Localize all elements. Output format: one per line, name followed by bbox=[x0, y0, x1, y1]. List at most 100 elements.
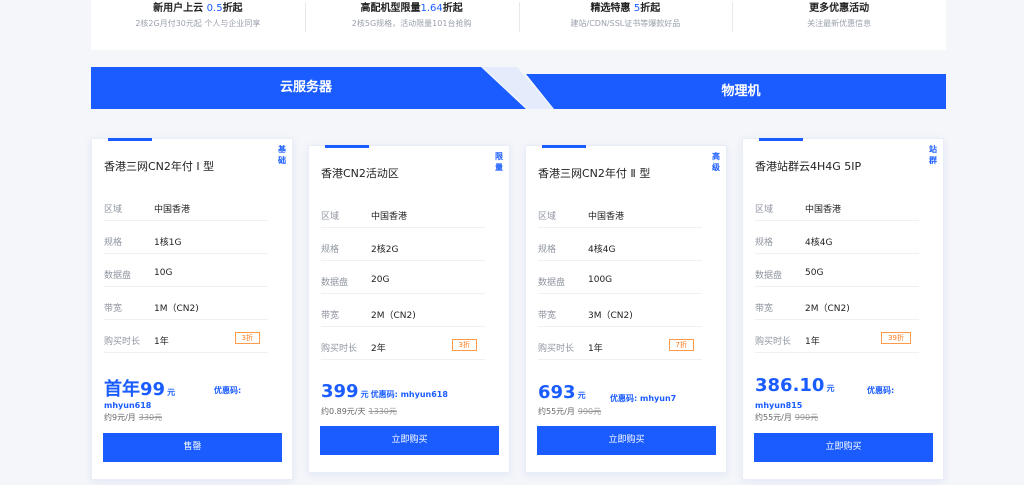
card-title: 香港站群云4H4G 5IP bbox=[755, 160, 862, 173]
spec-label: 区域 bbox=[755, 205, 774, 215]
spec-label: 购买时长 bbox=[104, 337, 141, 347]
price-per-period: 约0.89元/天 1330元 bbox=[321, 406, 397, 417]
original-price: 990元 bbox=[794, 413, 819, 422]
buy-now-button[interactable]: 立即购买 bbox=[537, 426, 716, 455]
coupon-label: 优惠码: bbox=[867, 386, 895, 395]
spec-row-spec: 规格 4核4G bbox=[538, 240, 702, 261]
spec-label: 购买时长 bbox=[538, 344, 575, 354]
spec-value: 50G bbox=[805, 268, 824, 278]
spec-value: 100G bbox=[588, 275, 613, 285]
card-badge: 限量 bbox=[495, 152, 503, 172]
coupon-code: mhyun815 bbox=[755, 401, 803, 410]
buy-now-button[interactable]: 立即购买 bbox=[754, 433, 933, 462]
spec-value: 1核1G bbox=[154, 238, 182, 248]
spec-value: 2核2G bbox=[371, 245, 399, 255]
spec-row-region: 区域 中国香港 bbox=[321, 207, 485, 228]
price: 首年99 元 bbox=[104, 375, 175, 401]
promo-new-user[interactable]: 新用户上云 0.5折起 2核2G月付30元起 个人与企业同享 bbox=[91, 0, 305, 50]
discount-badge: 3折 bbox=[234, 332, 260, 344]
price-value: 693 bbox=[538, 382, 576, 403]
term-select[interactable]: 1年 bbox=[588, 341, 603, 354]
spec-label: 带宽 bbox=[104, 304, 123, 314]
spec-value: 10G bbox=[154, 268, 173, 278]
spec-row-region: 区域 中国香港 bbox=[104, 200, 268, 221]
monthly-price: 约9元/月 bbox=[104, 413, 136, 422]
term-select[interactable]: 1年 bbox=[805, 334, 820, 347]
spec-row-spec: 规格 1核1G bbox=[104, 233, 268, 254]
original-price: 990元 bbox=[577, 407, 602, 416]
card-title: 香港三网CN2年付 Ⅱ 型 bbox=[538, 167, 651, 180]
promo-strip: 新用户上云 0.5折起 2核2G月付30元起 个人与企业同享 高配机型限量1.6… bbox=[91, 0, 946, 50]
original-price: 330元 bbox=[138, 413, 163, 422]
price-per-period: 约55元/月 990元 bbox=[538, 406, 601, 417]
coupon-code: mhyun618 bbox=[104, 401, 152, 410]
spec-row-disk: 数据盘 20G bbox=[321, 273, 485, 294]
price: 693 元 bbox=[538, 382, 586, 403]
card-accent bbox=[108, 138, 152, 141]
spec-row-bandwidth: 带宽 3M（CN2) bbox=[538, 306, 702, 327]
spec-label: 购买时长 bbox=[755, 337, 792, 347]
card-accent bbox=[759, 138, 803, 141]
spec-label: 数据盘 bbox=[104, 271, 132, 281]
promo-more-activities[interactable]: 更多优惠活动 关注最新优惠信息 bbox=[732, 0, 946, 50]
daily-price: 约0.89元/天 bbox=[321, 407, 366, 416]
monthly-price: 约55元/月 bbox=[755, 413, 792, 422]
spec-row-region: 区域 中国香港 bbox=[755, 200, 919, 221]
spec-label: 规格 bbox=[755, 238, 774, 248]
promo-title: 高配机型限量1.64折起 bbox=[360, 3, 463, 14]
spec-row-bandwidth: 带宽 1M（CN2) bbox=[104, 299, 268, 320]
coupon-inline: 优惠码: mhyun7 bbox=[610, 394, 677, 403]
spec-label: 区域 bbox=[538, 212, 557, 222]
price-per-period: 约55元/月 990元 bbox=[755, 412, 818, 423]
spec-value: 中国香港 bbox=[371, 212, 408, 222]
price-value: 首年99 bbox=[104, 379, 166, 400]
spec-label: 带宽 bbox=[755, 304, 774, 314]
price-value: 386.10 bbox=[755, 375, 825, 396]
spec-row-term: 购买时长 1年 7折 bbox=[538, 339, 702, 360]
promo-subtitle: 建站/CDN/SSL证书等爆款好品 bbox=[570, 19, 681, 28]
spec-row-term: 购买时长 1年 39折 bbox=[755, 332, 919, 353]
spec-label: 数据盘 bbox=[321, 278, 349, 288]
tab-physical-server[interactable]: 物理机 bbox=[526, 74, 946, 109]
spec-label: 带宽 bbox=[321, 311, 340, 321]
coupon-label: 优惠码: bbox=[214, 386, 242, 395]
spec-label: 规格 bbox=[104, 238, 123, 248]
discount-badge: 7折 bbox=[668, 339, 694, 351]
product-card: 限量 香港CN2活动区 区域 中国香港 规格 2核2G 数据盘 20G 带宽 2M（CN… bbox=[308, 145, 510, 473]
price-unit: 元 bbox=[577, 391, 586, 400]
card-accent bbox=[542, 145, 586, 148]
spec-label: 带宽 bbox=[538, 311, 557, 321]
card-badge: 站群 bbox=[929, 145, 937, 165]
spec-value: 2M（CN2) bbox=[805, 304, 850, 314]
promo-subtitle: 2核2G月付30元起 个人与企业同享 bbox=[135, 19, 261, 28]
sold-out-button[interactable]: 售罄 bbox=[103, 433, 282, 462]
spec-row-spec: 规格 2核2G bbox=[321, 240, 485, 261]
promo-title: 精选特惠 5折起 bbox=[590, 3, 661, 14]
card-title: 香港CN2活动区 bbox=[321, 167, 399, 180]
term-select[interactable]: 1年 bbox=[154, 334, 169, 347]
product-tabs: 云服务器 物理机 bbox=[91, 67, 946, 109]
card-title: 香港三网CN2年付 Ⅰ 型 bbox=[104, 160, 215, 173]
buy-now-button[interactable]: 立即购买 bbox=[320, 426, 499, 455]
spec-value: 4核4G bbox=[588, 245, 616, 255]
promo-title: 更多优惠活动 bbox=[809, 3, 870, 14]
product-card: 站群 香港站群云4H4G 5IP 区域 中国香港 规格 4核4G 数据盘 50G 带宽… bbox=[742, 138, 944, 480]
price-value: 399 bbox=[321, 381, 359, 402]
card-badge: 高级 bbox=[712, 152, 720, 172]
term-select[interactable]: 2年 bbox=[371, 341, 386, 354]
promo-high-spec[interactable]: 高配机型限量1.64折起 2核5G规格，活动限量101台抢购 bbox=[304, 0, 519, 50]
discount-badge: 39折 bbox=[881, 332, 911, 344]
spec-row-disk: 数据盘 50G bbox=[755, 266, 919, 287]
price-unit: 元 bbox=[826, 384, 835, 393]
tab-cloud-server[interactable]: 云服务器 bbox=[91, 67, 521, 109]
spec-label: 购买时长 bbox=[321, 344, 358, 354]
promo-subtitle: 2核5G规格，活动限量101台抢购 bbox=[351, 19, 472, 28]
spec-row-spec: 规格 4核4G bbox=[755, 233, 919, 254]
spec-value: 1M（CN2) bbox=[154, 304, 199, 314]
spec-value: 20G bbox=[371, 275, 390, 285]
promo-selected-deals[interactable]: 精选特惠 5折起 建站/CDN/SSL证书等爆款好品 bbox=[518, 0, 733, 50]
product-card: 基础 香港三网CN2年付 Ⅰ 型 区域 中国香港 规格 1核1G 数据盘 10G 带宽… bbox=[91, 138, 293, 480]
spec-label: 数据盘 bbox=[538, 278, 566, 288]
card-badge: 基础 bbox=[278, 145, 286, 165]
spec-value: 中国香港 bbox=[588, 212, 625, 222]
